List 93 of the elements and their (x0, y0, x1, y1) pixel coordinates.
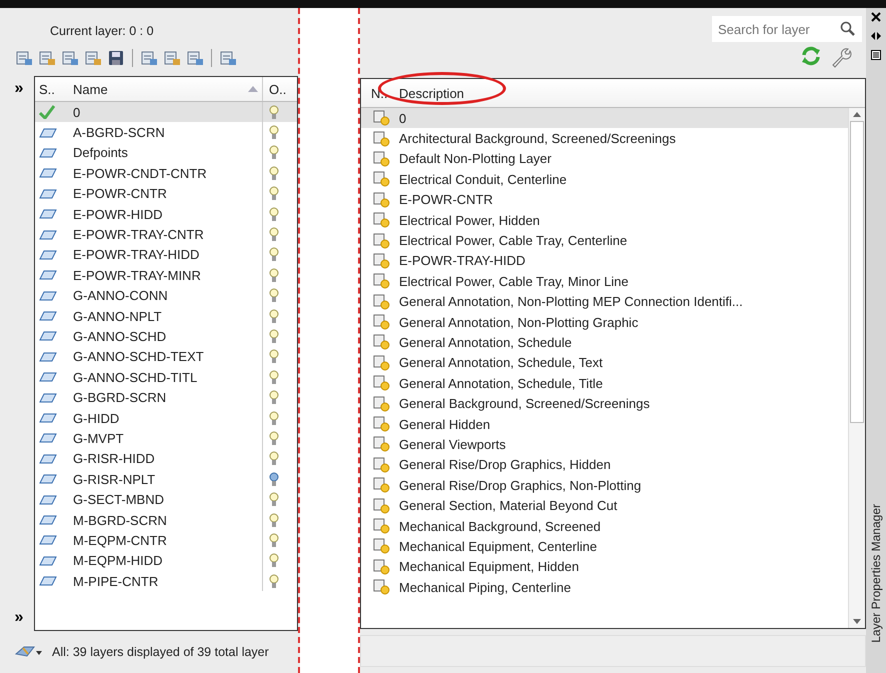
scroll-thumb[interactable] (850, 121, 864, 423)
layer-description[interactable]: Default Non-Plotting Layer (393, 151, 552, 166)
refresh-icon[interactable] (800, 46, 822, 66)
layer-description[interactable]: General Annotation, Schedule (393, 334, 572, 350)
layer-description[interactable]: Architectural Background, Screened/Screenings (393, 131, 676, 146)
layer-name[interactable]: M-PIPE-CNTR (69, 574, 262, 589)
layer-name[interactable]: G-ANNO-NPLT (69, 308, 262, 324)
layer-name[interactable]: A-BGRD-SCRN (69, 125, 262, 140)
layer-name[interactable]: G-MVPT (69, 430, 262, 446)
current-layer-label: Current layer: 0 : 0 (49, 23, 155, 40)
layer-description[interactable]: General Background, Screened/Screenings (393, 396, 650, 412)
layer-name[interactable]: G-RISR-NPLT (69, 472, 262, 487)
layer-name[interactable]: G-RISR-HIDD (69, 451, 262, 466)
save-icon[interactable] (106, 49, 126, 67)
layer-description[interactable]: Electrical Power, Cable Tray, Minor Line (393, 274, 629, 289)
lightbulb-icon[interactable] (269, 349, 279, 364)
layer-description[interactable]: Electrical Power, Cable Tray, Centerline (393, 233, 628, 248)
column-header[interactable]: S.. (35, 82, 69, 96)
properties-icon[interactable] (871, 50, 881, 60)
lightbulb-icon[interactable] (269, 553, 279, 568)
layer-name[interactable]: G-SECT-MBND (69, 492, 262, 508)
expand-button[interactable]: » (8, 80, 30, 98)
layer-description[interactable]: E-POWR-CNTR (393, 192, 493, 208)
layer-description[interactable]: Mechanical Background, Screened (393, 518, 601, 534)
layer-name[interactable]: G-HIDD (69, 410, 262, 426)
lightbulb-icon[interactable] (269, 247, 279, 262)
layer-description[interactable]: General Hidden (393, 416, 490, 432)
layer-name[interactable]: E-POWR-TRAY-HIDD (69, 247, 262, 262)
close-icon[interactable] (871, 12, 881, 22)
layer-name[interactable]: G-BGRD-SCRN (69, 390, 262, 406)
auto-hide-icon[interactable] (871, 32, 881, 40)
layer-description[interactable]: Electrical Power, Hidden (393, 212, 540, 228)
wrench-icon[interactable] (830, 46, 852, 68)
layer-name[interactable]: M-EQPM-CNTR (69, 532, 262, 548)
layer-name[interactable]: E-POWR-HIDD (69, 206, 262, 222)
lightbulb-icon[interactable] (269, 512, 279, 528)
layer-description[interactable]: General Annotation, Schedule, Text (393, 355, 603, 370)
layer-name[interactable]: E-POWR-TRAY-CNTR (69, 227, 262, 242)
layer-description[interactable]: General Annotation, Schedule, Title (393, 376, 603, 391)
layer-description[interactable]: General Annotation, Non-Plotting Graphic (393, 314, 638, 330)
lightbulb-icon[interactable] (269, 166, 279, 181)
layer-name[interactable]: E-POWR-CNTR (69, 186, 262, 202)
lightbulb-icon[interactable] (269, 430, 279, 446)
column-header[interactable]: Name (69, 82, 248, 96)
layer-description[interactable]: 0 (393, 110, 406, 126)
layer-name[interactable]: G-ANNO-SCHD-TITL (69, 370, 262, 385)
layer-name[interactable]: Defpoints (69, 145, 262, 160)
palette-title: Layer Properties Manager (869, 504, 883, 643)
layer-description[interactable]: General Rise/Drop Graphics, Hidden (393, 457, 611, 472)
search-icon[interactable] (840, 21, 856, 37)
lightbulb-icon[interactable] (269, 268, 279, 283)
lightbulb-icon[interactable] (269, 574, 279, 589)
lightbulb-icon[interactable] (269, 206, 279, 222)
layer-description[interactable]: Electrical Conduit, Centerline (393, 172, 567, 187)
sort-arrow-icon (248, 86, 258, 92)
column-header[interactable]: Description (393, 86, 464, 100)
lightbulb-icon[interactable] (269, 227, 279, 242)
layer-description[interactable]: Mechanical Equipment, Hidden (393, 559, 579, 574)
layer-description[interactable]: General Rise/Drop Graphics, Non-Plotting (393, 478, 642, 493)
status-text: All: 39 layers displayed of 39 total layer (52, 645, 269, 659)
lightbulb-icon[interactable] (269, 145, 279, 160)
layer-description[interactable]: Mechanical Equipment, Centerline (393, 538, 597, 554)
lightbulb-icon[interactable] (269, 288, 279, 304)
scroll-up-icon[interactable] (853, 112, 861, 117)
layer-name[interactable]: M-BGRD-SCRN (69, 512, 262, 528)
lightbulb-icon[interactable] (269, 308, 279, 324)
lightbulb-icon[interactable] (269, 125, 279, 140)
lightbulb-icon[interactable] (269, 370, 279, 385)
lightbulb-icon[interactable] (269, 328, 279, 344)
column-header[interactable]: O.. (262, 77, 297, 101)
layer-description[interactable]: General Annotation, Non-Plotting MEP Connection Identifi... (393, 294, 743, 310)
lightbulb-icon[interactable] (269, 104, 279, 120)
layer-name[interactable]: E-POWR-CNDT-CNTR (69, 166, 262, 181)
lightbulb-icon[interactable] (269, 186, 279, 202)
lightbulb-icon[interactable] (269, 410, 279, 426)
layer-name[interactable]: E-POWR-TRAY-MINR (69, 268, 262, 283)
layer-description[interactable]: Mechanical Piping, Centerline (393, 580, 571, 595)
layer-name[interactable]: M-EQPM-HIDD (69, 553, 262, 568)
layer-name[interactable]: G-ANNO-SCHD (69, 328, 262, 344)
lightbulb-icon[interactable] (269, 451, 279, 466)
search-field[interactable]: Search for layer (712, 16, 862, 42)
layer-description[interactable]: General Viewports (393, 436, 506, 452)
lightbulb-icon[interactable] (269, 472, 279, 487)
scrollbar[interactable] (848, 108, 865, 628)
lightbulb-icon[interactable] (269, 532, 279, 548)
layer-name[interactable]: G-ANNO-CONN (69, 288, 262, 304)
layer-description[interactable]: General Section, Material Beyond Cut (393, 498, 618, 514)
scroll-down-icon[interactable] (853, 619, 861, 624)
expand-button[interactable]: » (8, 609, 30, 627)
lightbulb-icon[interactable] (269, 390, 279, 406)
layer-name[interactable]: G-ANNO-SCHD-TEXT (69, 349, 262, 364)
layer-description[interactable]: E-POWR-TRAY-HIDD (393, 253, 526, 268)
lightbulb-icon[interactable] (269, 492, 279, 508)
